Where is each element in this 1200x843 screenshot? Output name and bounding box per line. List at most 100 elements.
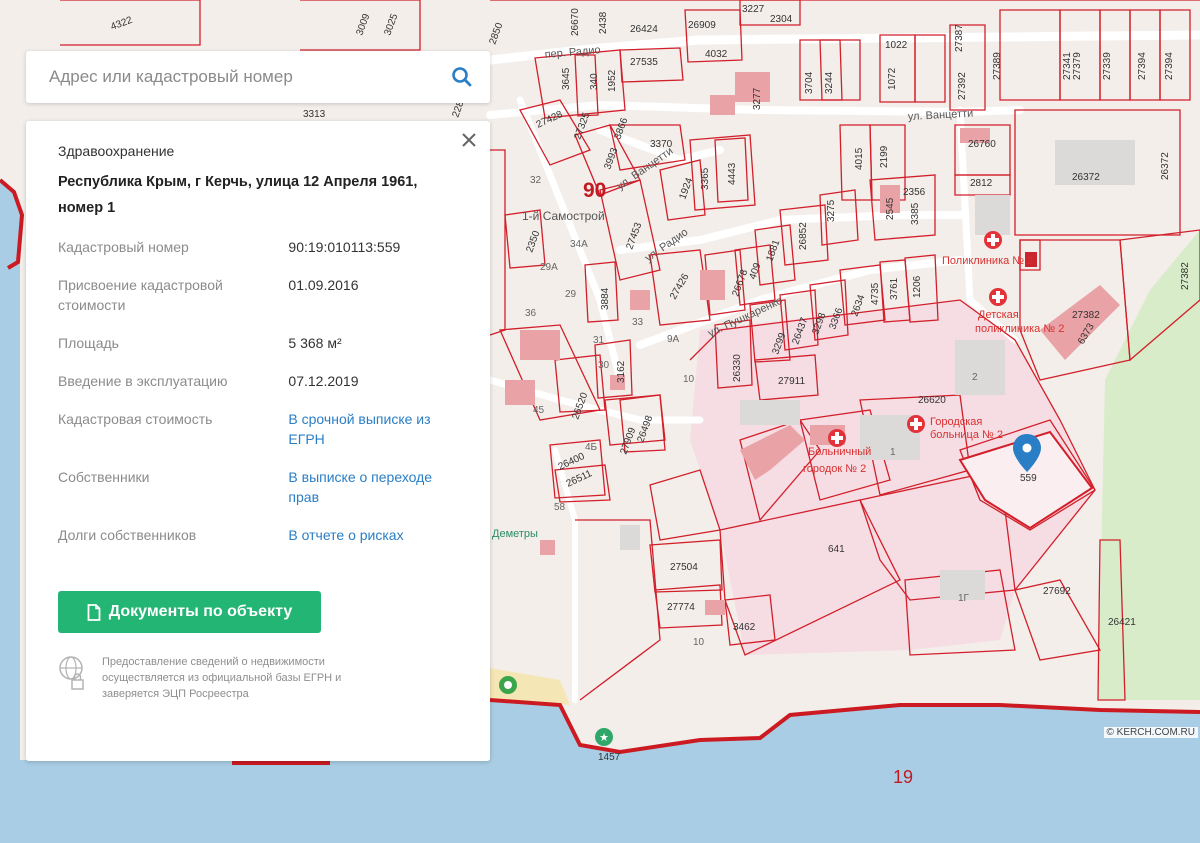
owners-link[interactable]: В выписке о переходе прав [288,467,458,507]
parcel-number: 3884 [600,287,611,310]
parcel-number: 3761 [889,277,900,300]
info-row-area: Площадь 5 368 м² [58,333,458,353]
parcel-number: 2199 [879,145,890,168]
info-row-valuation-date: Присвоение кадастровой стоимости 01.09.2… [58,275,458,315]
place-label: больница № 2 [930,429,1003,441]
house-number: 36 [525,308,537,319]
parcel-number: 27535 [630,57,658,68]
parcel-number: 641 [828,544,845,555]
parcel-number: 4735 [870,282,881,305]
parcel-number: 1206 [912,275,923,298]
parcel-number: 26372 [1160,152,1171,180]
row-label: Долги собственников [58,527,197,543]
parcel-number: 26372 [1072,172,1100,183]
registry-note-text: Предоставление сведений о недвижимости о… [102,656,342,700]
parcel-number: 1072 [887,67,898,90]
parcel-number: 26670 [570,8,581,36]
documents-button[interactable]: Документы по объекту [58,591,321,633]
parcel-number: 27394 [1137,52,1148,80]
house-number: 31 [593,335,605,346]
house-number: 58 [554,502,566,513]
place-label: Детская [978,309,1019,321]
parcel-number: 3385 [910,202,921,225]
parcel-number: 1952 [607,69,618,92]
place-label: поликлиника № 2 [975,323,1064,335]
parcel-number: 2545 [885,197,896,220]
star-place-icon: ★ [595,728,613,746]
parcel-number: 27692 [1043,586,1071,597]
row-value: 90:19:010113:559 [288,239,401,255]
parcel-number: 27339 [1102,52,1113,80]
parcel-number: 3370 [650,139,673,150]
place-label: Больничный [808,446,871,458]
object-category: Здравоохранение [58,143,175,159]
parcel-number: 3227 [742,4,765,15]
parcel-number: 2812 [970,178,993,189]
parcel-number: 4015 [854,147,865,170]
search-bar [26,51,490,103]
close-button[interactable] [458,129,480,151]
street-label: 1-й Самострой [522,209,605,223]
house-number: 9А [667,334,680,345]
parcel-number: 26909 [688,20,716,31]
place-label: Городская [930,416,982,428]
parcel-number: 3244 [824,71,835,94]
row-value: 07.12.2019 [288,373,359,389]
parcel-number: 1457 [598,752,621,763]
quarter-label: 90 [583,179,606,202]
parcel-number: 27504 [670,562,698,573]
parcel-number: 3277 [752,87,763,110]
place-label: городок № 2 [803,463,866,475]
parcel-number: 559 [1020,473,1037,484]
row-label: Собственники [58,469,150,485]
parcel-number: 27379 [1072,52,1083,80]
parcel-number: 3275 [826,199,837,222]
document-icon [87,603,101,621]
place-label: Поликлиника № 2 [942,255,1033,267]
cadastral-value-link[interactable]: В срочной выписке из ЕГРН [288,409,458,449]
info-row-owners: Собственники В выписке о переходе прав [58,467,458,507]
row-label: Кадастровый номер [58,239,189,255]
map-attribution: © KERCH.COM.RU [1103,727,1198,738]
owner-debts-link[interactable]: В отчете о рисках [288,525,458,545]
parcel-number: 27392 [957,72,968,100]
object-address: Республика Крым, г Керчь, улица 12 Апрел… [58,174,418,216]
house-number: 10 [683,374,695,385]
parcel-number: 2438 [598,11,609,34]
house-number: 29 [565,289,577,300]
parcel-number: 27911 [778,376,806,387]
parcel-number: 2356 [903,187,926,198]
parcel-number: 1022 [885,40,908,51]
search-button[interactable] [448,63,476,91]
place-label: Деметры [492,528,538,540]
park-place-icon [499,676,517,694]
info-row-owner-debts: Долги собственников В отчете о рисках [58,525,458,545]
parcel-number: 27387 [954,24,965,52]
search-input[interactable] [47,56,448,98]
row-label: Площадь [58,335,119,351]
parcel-number: 27774 [667,602,695,613]
house-number: 45 [533,405,545,416]
parcel-number: 3645 [561,67,572,90]
row-value: 5 368 м² [288,335,342,351]
house-number: 4Б [585,442,598,453]
documents-button-label: Документы по объекту [108,603,293,620]
search-icon [452,67,472,87]
parcel-number: 3462 [733,622,756,633]
parcel-number: 3365 [700,167,711,190]
medical-cross-icon [989,288,1007,306]
parcel-number: 26424 [630,24,658,35]
row-label: Введение в эксплуатацию [58,373,228,389]
object-info-panel: Здравоохранение Республика Крым, г Керчь… [26,121,490,761]
parcel-number: 26330 [732,354,743,382]
house-number: 34А [570,239,588,250]
svg-text:★: ★ [599,731,609,744]
house-number: 2 [972,372,978,383]
medical-cross-icon [828,429,846,447]
parcel-number: 26760 [968,139,996,150]
house-number: 10 [693,637,705,648]
medical-cross-icon [984,231,1002,249]
parcel-number: 27394 [1164,52,1175,80]
parcel-number: 26421 [1108,617,1136,628]
house-number: 1 [890,447,896,458]
